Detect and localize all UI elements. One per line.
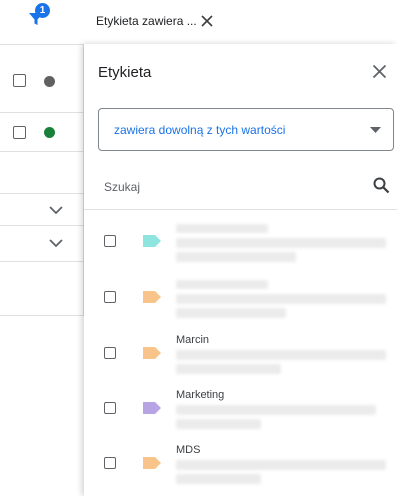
status-dot	[44, 76, 55, 87]
chevron-down-icon[interactable]	[48, 238, 64, 248]
label-option[interactable]: MDS	[84, 436, 397, 491]
list-row	[0, 151, 84, 193]
condition-select[interactable]: zawiera dowolną z tych wartości	[98, 108, 394, 151]
label-option[interactable]	[84, 270, 397, 325]
divider	[84, 209, 397, 210]
search-input[interactable]: Szukaj	[104, 180, 140, 194]
option-label: Marcin	[176, 334, 210, 346]
redacted-text	[176, 224, 268, 233]
redacted-text	[176, 252, 296, 262]
close-icon[interactable]	[372, 64, 387, 79]
label-option[interactable]: Marketing	[84, 381, 397, 436]
search-icon[interactable]	[373, 177, 390, 194]
redacted-text	[176, 419, 261, 429]
option-checkbox[interactable]	[104, 347, 116, 359]
option-label: MDS	[176, 444, 201, 456]
option-checkbox[interactable]	[104, 402, 116, 414]
condition-select-value: zawiera dowolną z tych wartości	[114, 123, 286, 137]
list-row[interactable]	[0, 112, 84, 151]
collapsible-row[interactable]	[0, 225, 84, 261]
filter-bar: 1 Etykieta zawiera ...	[0, 0, 397, 44]
list-row[interactable]	[0, 44, 84, 112]
row-checkbox[interactable]	[13, 74, 26, 87]
collapsible-row[interactable]	[0, 193, 84, 225]
filter-count-badge: 1	[35, 3, 50, 18]
label-tag-icon	[143, 235, 161, 247]
label-option[interactable]	[84, 214, 397, 269]
redacted-text	[176, 308, 286, 318]
active-filter-chip-label[interactable]: Etykieta zawiera ...	[96, 14, 197, 28]
option-label: Marketing	[176, 389, 225, 401]
redacted-text	[176, 238, 386, 248]
redacted-text	[176, 294, 386, 304]
panel-title: Etykieta	[98, 64, 152, 81]
list-row	[0, 261, 84, 315]
label-tag-icon	[143, 291, 161, 303]
label-filter-panel: Etykieta zawiera dowolną z tych wartości…	[84, 44, 397, 496]
option-checkbox[interactable]	[104, 235, 116, 247]
remove-filter-icon[interactable]	[200, 14, 214, 28]
chevron-down-icon[interactable]	[48, 205, 64, 215]
redacted-text	[176, 405, 376, 415]
redacted-text	[176, 280, 268, 289]
label-tag-icon	[143, 347, 161, 359]
label-option[interactable]: Marcin	[84, 326, 397, 381]
option-checkbox[interactable]	[104, 457, 116, 469]
redacted-text	[176, 474, 261, 484]
option-checkbox[interactable]	[104, 291, 116, 303]
redacted-text	[176, 460, 386, 470]
label-tag-icon	[143, 402, 161, 414]
divider	[0, 315, 84, 316]
dropdown-arrow-icon	[370, 127, 381, 133]
status-dot	[44, 127, 55, 138]
label-tag-icon	[143, 457, 161, 469]
redacted-text	[176, 350, 386, 360]
background-list	[0, 44, 84, 316]
row-checkbox[interactable]	[13, 126, 26, 139]
redacted-text	[176, 364, 281, 374]
